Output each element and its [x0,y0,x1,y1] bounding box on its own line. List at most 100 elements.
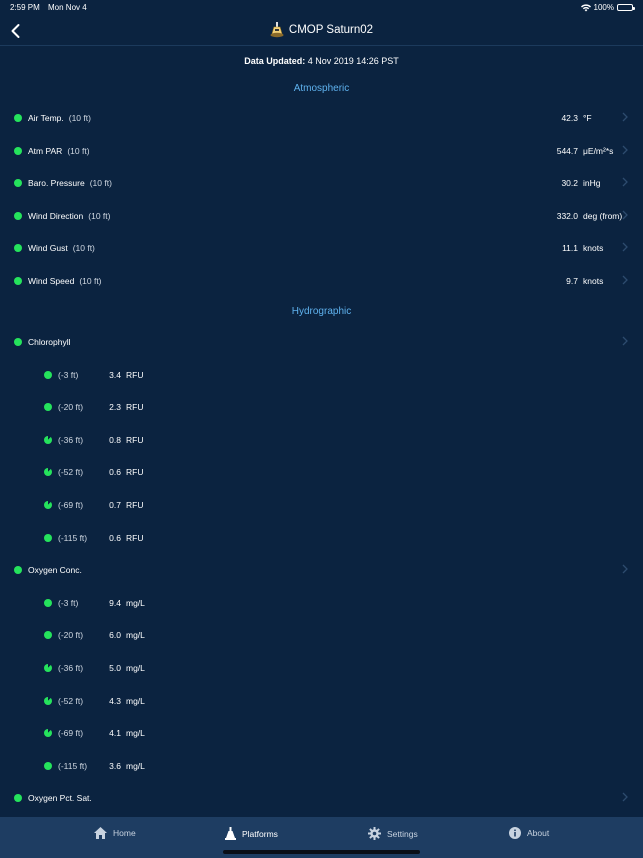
sensor-row-wind-gust[interactable]: Wind Gust (10 ft) 11.1 knots [0,238,643,258]
sensor-unit: μE/m²*s [583,145,614,156]
sensor-name: Baro. Pressure [28,178,85,189]
reading-unit: RFU [126,369,144,380]
data-updated-label: Data Updated: [244,56,306,66]
sensor-depth: (10 ft) [67,145,90,156]
status-dot [44,501,52,509]
sensor-value: 544.7 [556,145,578,156]
reading-value: 4.1 [109,728,121,739]
status-dot [44,533,52,542]
tab-about[interactable]: About [509,827,549,839]
reading-value: 9.4 [109,597,121,608]
sensor-value: 332.0 [556,210,578,221]
sensor-row-wind-speed[interactable]: Wind Speed (10 ft) 9.7 knots [0,271,643,291]
sensor-unit: deg (from) [583,210,623,221]
sensor-depth: (10 ft) [68,113,91,123]
depth-reading-row: (-3 ft) 3.4 RFU [0,365,643,385]
data-updated-value: 4 Nov 2019 14:26 PST [307,56,399,66]
tab-home-label: Home [113,828,136,838]
status-dot [14,566,22,575]
tab-platforms[interactable]: Platforms [225,827,278,840]
depth-reading-row: (-20 ft) 6.0 mg/L [0,625,643,645]
reading-value: 0.6 [109,467,121,478]
sensor-row-oxygen-pct-sat[interactable]: Oxygen Pct. Sat. [0,788,643,808]
status-dot [44,696,52,705]
home-icon [94,827,107,839]
reading-unit: mg/L [126,663,145,673]
tab-settings-label: Settings [387,828,418,839]
reading-value: 3.4 [109,369,121,380]
depth-reading-row: (-36 ft) 5.0 mg/L [0,658,643,678]
nav-bar: CMOP Saturn02 [0,16,643,46]
chevron-right-icon [621,792,629,802]
status-dot [44,761,52,770]
status-time: 2:59 PM [10,3,40,12]
status-dot [14,179,22,188]
status-dot [14,211,22,220]
sensor-row-baro-pressure[interactable]: Baro. Pressure (10 ft) 30.2 inHg [0,173,643,193]
depth-reading-row: (-69 ft) 0.7 RFU [0,495,643,515]
sensor-depth: (10 ft) [79,276,102,286]
section-title-atmospheric: Atmospheric [293,83,350,94]
sensor-name: Oxygen Conc. [28,565,82,576]
tab-settings[interactable]: Settings [368,827,418,840]
gear-icon [368,827,381,840]
sensor-depth: (10 ft) [88,210,111,221]
battery-icon [617,4,635,11]
info-icon [509,827,521,839]
depth-reading-row: (-52 ft) 0.6 RFU [0,462,643,482]
sensor-row-chlorophyll[interactable]: Chlorophyll [0,332,643,352]
reading-unit: RFU [126,434,144,445]
chevron-right-icon [621,177,629,187]
chevron-right-icon [621,145,629,155]
sensor-depth: (10 ft) [89,178,112,189]
status-right: 100% [580,3,635,12]
status-dot [14,146,22,155]
sensor-row-oxygen-conc[interactable]: Oxygen Conc. [0,560,643,580]
sensor-value: 30.2 [561,178,578,189]
sensor-row-atm-par[interactable]: Atm PAR (10 ft) 544.7 μE/m²*s [0,141,643,161]
reading-unit: RFU [126,402,144,413]
chevron-right-icon [621,112,629,122]
sensor-unit: inHg [583,178,601,189]
sensor-name: Atm PAR [28,145,63,156]
tab-platforms-label: Platforms [242,828,278,839]
section-title-hydrographic: Hydrographic [291,306,352,317]
depth-reading-row: (-115 ft) 3.6 mg/L [0,756,643,776]
status-dot [44,729,52,738]
flask-icon [225,827,236,840]
sensor-unit: °F [583,113,592,123]
reading-value: 3.6 [109,760,121,771]
sensor-row-air-temp[interactable]: Air Temp. (10 ft) 42.3 °F [0,108,643,128]
reading-value: 2.3 [109,402,121,413]
status-dot [14,114,22,122]
status-bar: 2:59 PM Mon Nov 4 100% [0,0,643,16]
depth-reading-row: (-20 ft) 2.3 RFU [0,397,643,417]
status-dot [14,338,22,346]
status-dot [44,403,52,412]
data-updated: Data Updated: 4 Nov 2019 14:26 PST [0,56,643,66]
reading-unit: RFU [126,467,144,478]
status-dot [44,435,52,444]
sensor-value: 42.3 [561,113,578,123]
sensor-value: 11.1 [562,243,578,254]
sensor-unit: knots [583,276,604,286]
depth-reading-row: (-3 ft) 9.4 mg/L [0,593,643,613]
chevron-right-icon [621,336,629,346]
chevron-right-icon [621,564,629,574]
reading-unit: mg/L [126,630,145,641]
status-date: Mon Nov 4 [48,3,87,12]
status-dot [14,794,22,803]
reading-unit: mg/L [126,760,145,771]
sensor-name: Wind Direction [28,210,84,221]
reading-value: 0.7 [109,500,121,510]
home-indicator [223,850,420,854]
nav-title: CMOP Saturn02 [0,22,643,38]
reading-value: 0.8 [109,434,121,445]
depth-reading-row: (-36 ft) 0.8 RFU [0,430,643,450]
status-dot [44,468,52,477]
page-title: CMOP Saturn02 [288,24,374,36]
status-dot [44,370,52,379]
tab-home[interactable]: Home [94,827,136,839]
sensor-row-wind-direction[interactable]: Wind Direction (10 ft) 332.0 deg (from) [0,206,643,226]
reading-unit: RFU [126,500,144,510]
